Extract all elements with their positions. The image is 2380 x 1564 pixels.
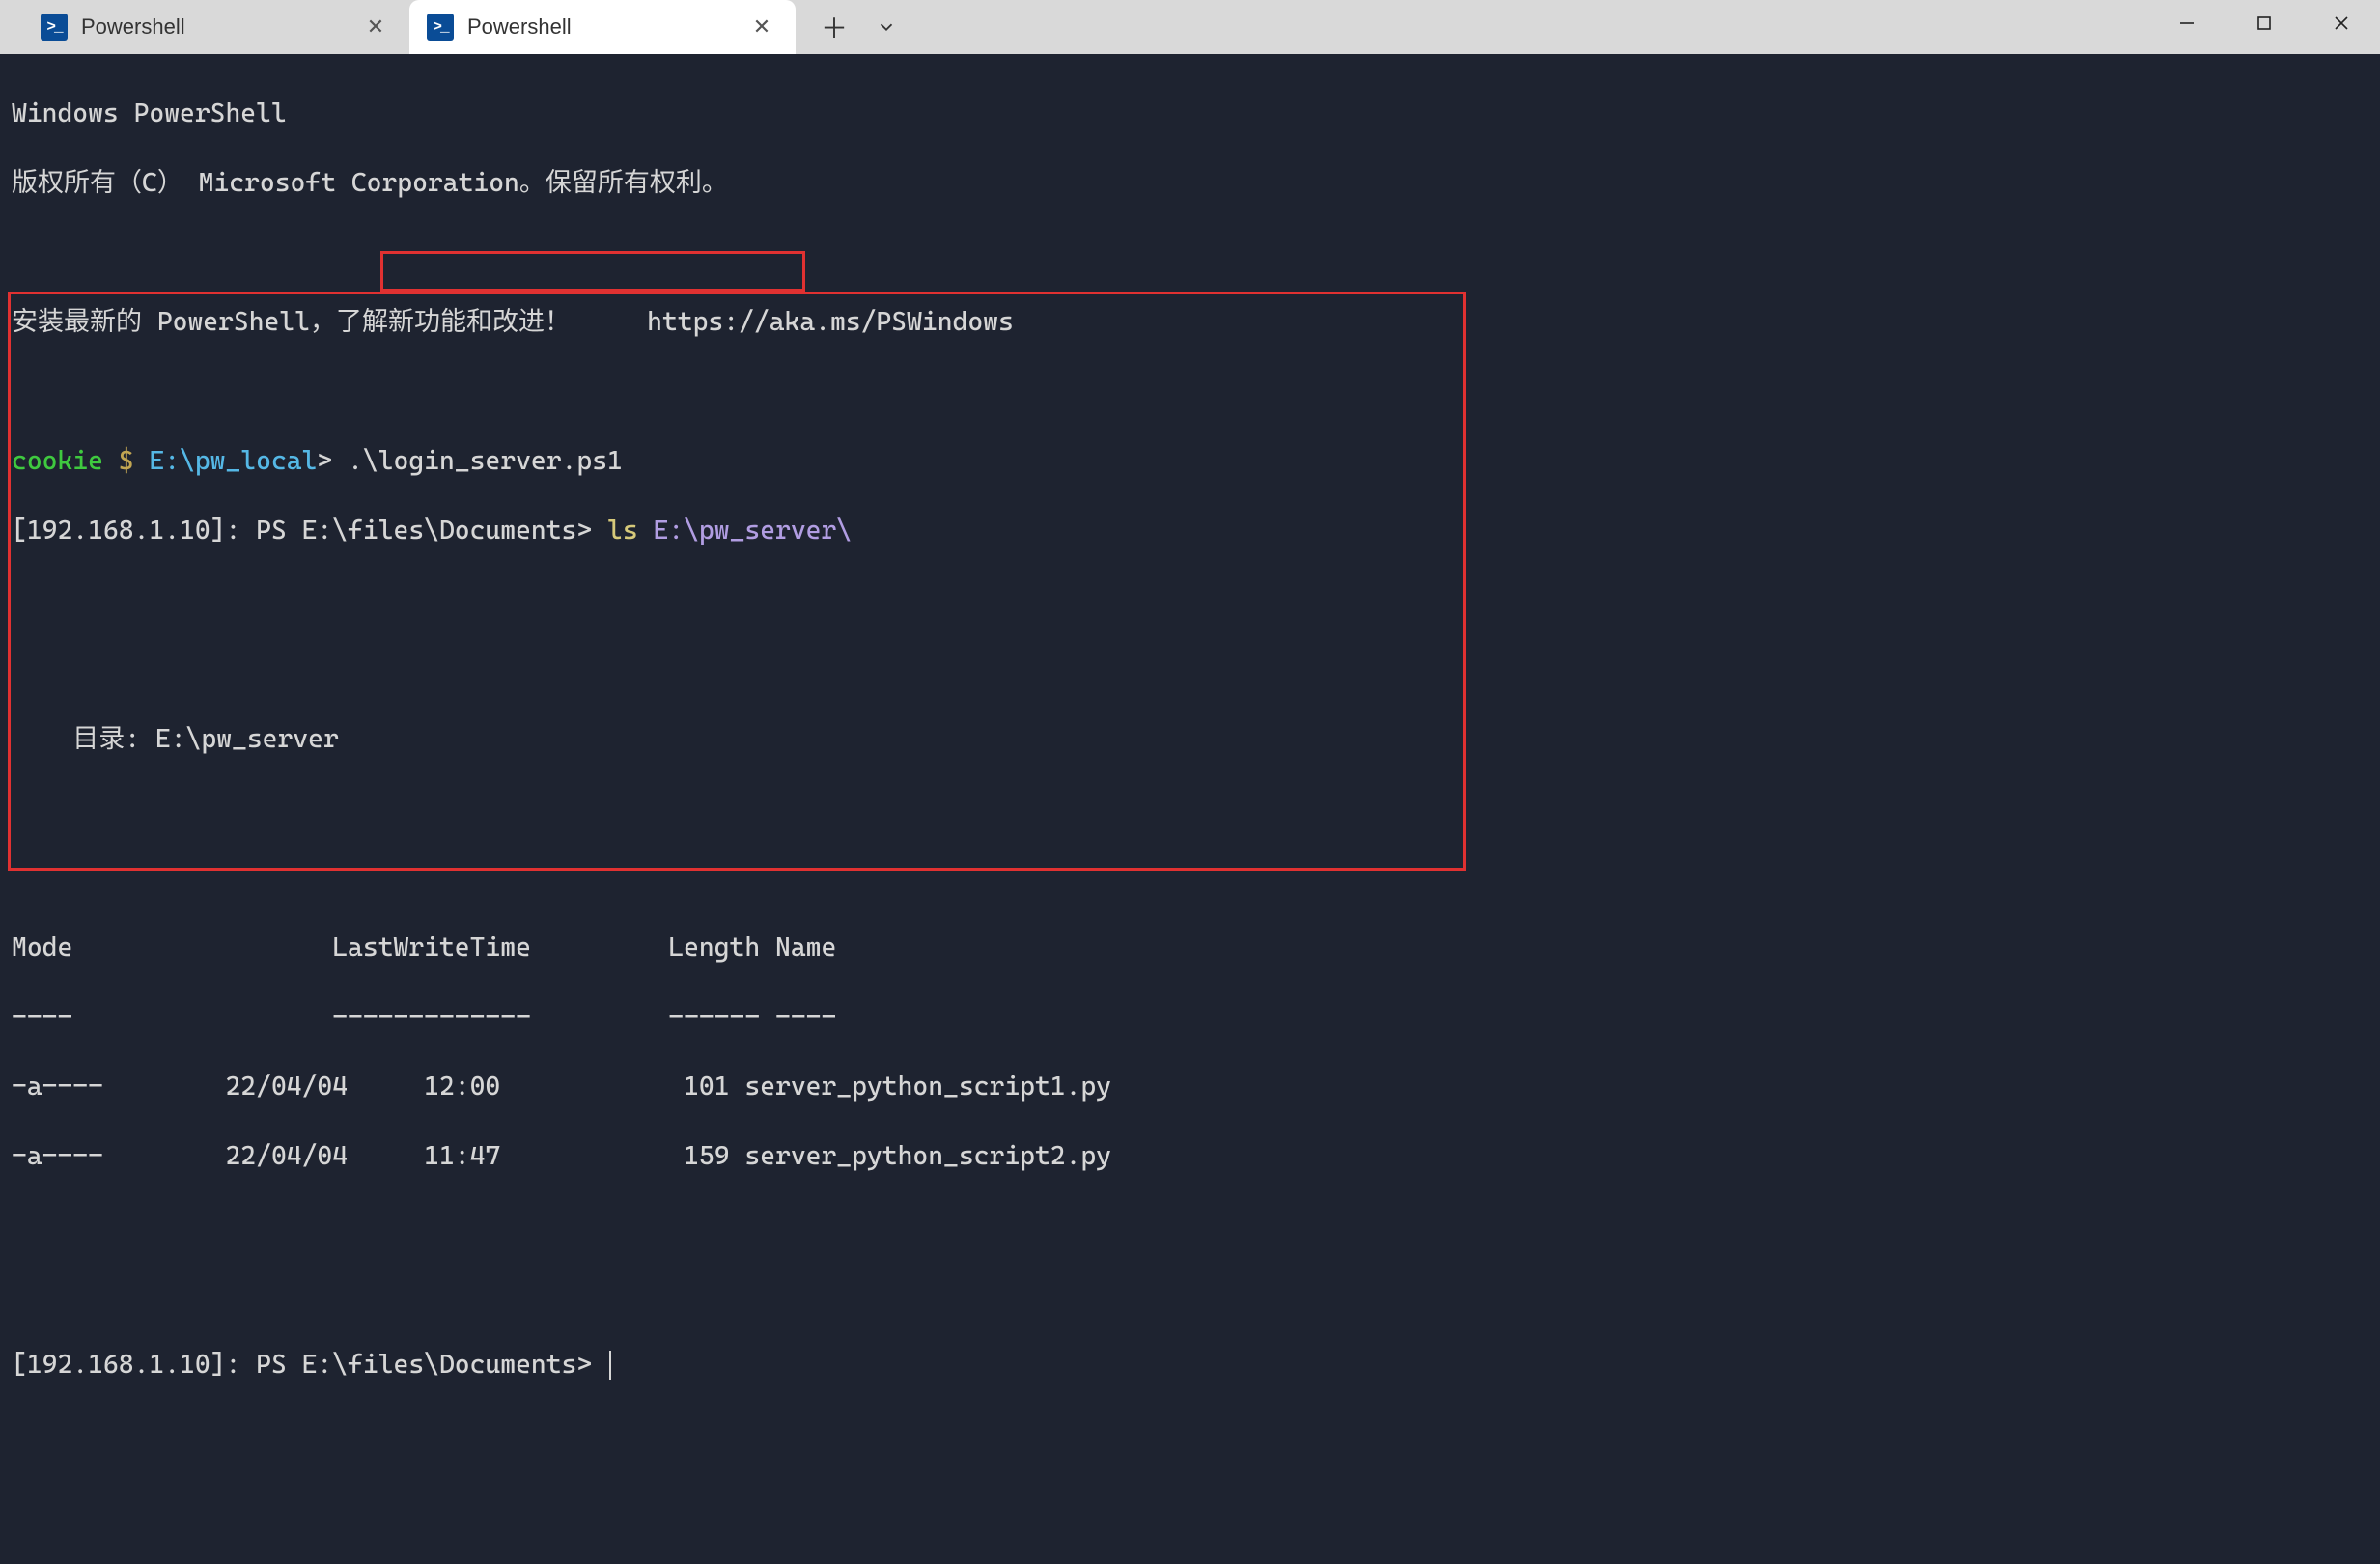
terminal-window: Powershell ✕ Powershell ✕ ＋	[0, 0, 2380, 1229]
remote-prompt-idle: [192.168.1.10]: PS E:\files\Documents>	[12, 1348, 2368, 1382]
listing-divider: ---- ------------- ------ ----	[12, 1000, 2368, 1035]
close-tab-icon[interactable]: ✕	[359, 11, 392, 43]
tab-title: Powershell	[467, 14, 745, 40]
tab-strip: Powershell ✕ Powershell ✕	[0, 0, 796, 54]
powershell-icon	[427, 14, 454, 41]
tabbar-actions: ＋	[796, 0, 908, 54]
file-row: -a---- 22/04/04 11:47 159 server_python_…	[12, 1139, 2368, 1174]
file-row: -a---- 22/04/04 12:00 101 server_python_…	[12, 1070, 2368, 1104]
maximize-button[interactable]	[2226, 0, 2303, 46]
terminal-output[interactable]: Windows PowerShell 版权所有（C） Microsoft Cor…	[0, 54, 2380, 1564]
tab-powershell-1[interactable]: Powershell ✕	[23, 0, 409, 54]
window-controls	[2148, 0, 2380, 54]
tab-title: Powershell	[81, 14, 359, 40]
powershell-icon	[41, 14, 68, 41]
titlebar[interactable]: Powershell ✕ Powershell ✕ ＋	[0, 0, 2380, 54]
cursor	[609, 1351, 611, 1380]
tab-dropdown-button[interactable]	[865, 6, 908, 48]
close-tab-icon[interactable]: ✕	[745, 11, 778, 43]
highlight-remote-session	[8, 292, 1466, 871]
tab-powershell-2[interactable]: Powershell ✕	[409, 0, 796, 54]
new-tab-button[interactable]: ＋	[813, 6, 855, 48]
chevron-down-icon	[876, 16, 897, 38]
listing-header: Mode LastWriteTime Length Name	[12, 931, 2368, 965]
close-window-button[interactable]	[2303, 0, 2380, 46]
ps-header-line1: Windows PowerShell	[12, 97, 2368, 131]
highlight-login-command	[380, 251, 805, 292]
minimize-button[interactable]	[2148, 0, 2226, 46]
ps-header-line2: 版权所有（C） Microsoft Corporation。保留所有权利。	[12, 166, 2368, 201]
